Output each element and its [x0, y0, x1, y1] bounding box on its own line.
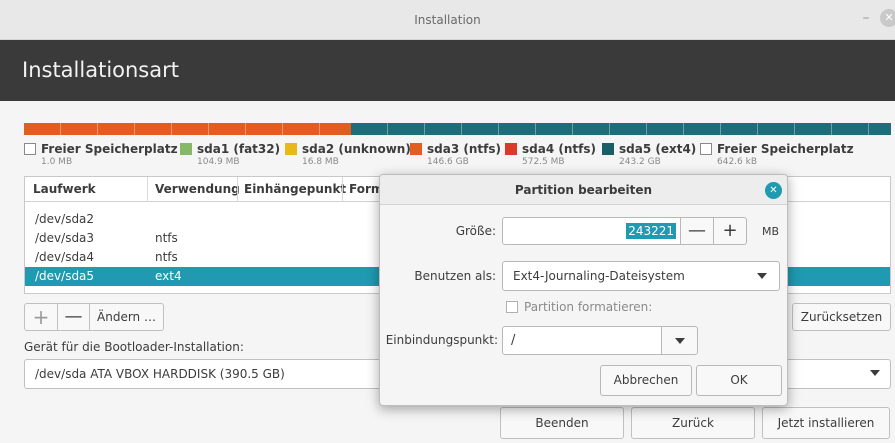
legend-swatch: [285, 143, 297, 155]
dialog-titlebar: Partition bearbeiten ✕: [380, 175, 787, 205]
legend-name: sda1 (fat32): [197, 142, 281, 156]
legend-size: 572.5 MB: [522, 157, 565, 167]
add-partition-button[interactable]: +: [24, 303, 58, 331]
legend-name: sda5 (ext4): [619, 142, 697, 156]
reset-button[interactable]: Zurücksetzen: [792, 303, 891, 331]
column-separator: [237, 177, 238, 202]
cell-usage: ntfs: [155, 250, 178, 264]
size-input[interactable]: 243221: [502, 217, 681, 245]
legend-size: 146.6 GB: [427, 157, 469, 167]
cell-device: /dev/sda4: [35, 250, 95, 264]
column-separator: [342, 177, 343, 202]
remove-partition-button[interactable]: —: [58, 303, 90, 331]
legend-swatch: [505, 143, 517, 155]
install-now-button[interactable]: Jetzt installieren: [762, 407, 890, 439]
format-partition-checkbox[interactable]: [506, 301, 518, 313]
legend-name: sda3 (ntfs): [427, 142, 501, 156]
window-title: Installation: [414, 13, 481, 27]
chevron-down-icon: [757, 273, 767, 279]
use-as-label: Benutzen als:: [414, 269, 496, 283]
back-button[interactable]: Zurück: [631, 407, 755, 439]
legend-size: 1.0 MB: [41, 157, 73, 167]
page-header: Installationsart: [0, 40, 895, 101]
column-header-verwendung[interactable]: Verwendung: [155, 182, 240, 196]
partition-bar-ext4-segment: [351, 123, 891, 135]
legend-size: 243.2 GB: [619, 157, 661, 167]
cell-usage: ntfs: [155, 231, 178, 245]
dialog-close-icon[interactable]: ✕: [765, 182, 782, 199]
cell-device: /dev/sda3: [35, 231, 95, 245]
ok-button[interactable]: OK: [696, 365, 782, 396]
legend-size: 104.9 MB: [197, 157, 240, 167]
legend-size: 16.8 MB: [302, 157, 339, 167]
legend-name: Freier Speicherplatz: [717, 142, 854, 156]
legend-name: Freier Speicherplatz: [41, 142, 178, 156]
legend-swatch: [602, 143, 614, 155]
size-label: Größe:: [455, 224, 496, 238]
partition-bar-ntfs-segment: [24, 123, 351, 135]
legend-swatch: [24, 143, 36, 155]
size-value: 243221: [626, 223, 676, 239]
chevron-down-icon: [870, 370, 880, 376]
format-partition-label: Partition formatieren:: [524, 300, 653, 314]
column-header-laufwerk[interactable]: Laufwerk: [33, 182, 96, 196]
page-title: Installationsart: [22, 58, 179, 82]
legend-swatch: [410, 143, 422, 155]
cell-device: /dev/sda2: [35, 212, 95, 226]
mount-point-input[interactable]: /: [502, 326, 662, 355]
use-as-select[interactable]: Ext4-Journaling-Dateisystem: [502, 261, 780, 291]
cell-device: /dev/sda5: [35, 269, 95, 283]
minimize-icon[interactable]: –: [858, 10, 874, 26]
cancel-button[interactable]: Abbrechen: [600, 365, 692, 396]
quit-button[interactable]: Beenden: [500, 407, 624, 439]
bootloader-device-value: /dev/sda ATA VBOX HARDDISK (390.5 GB): [35, 367, 285, 381]
window-titlebar: Installation – ✕: [0, 0, 895, 40]
chevron-down-icon: [675, 338, 685, 344]
legend-name: sda4 (ntfs): [522, 142, 596, 156]
legend-swatch: [700, 143, 712, 155]
close-icon[interactable]: ✕: [880, 9, 895, 27]
size-unit: MB: [762, 225, 780, 238]
column-separator: [147, 177, 148, 202]
dialog-title: Partition bearbeiten: [514, 183, 653, 197]
bootloader-label: Gerät für die Bootloader-Installation:: [24, 340, 244, 354]
mount-point-label: Einbindungspunkt:: [385, 333, 498, 347]
mount-point-value: /: [511, 333, 516, 348]
column-header-einhaengepunkt[interactable]: Einhängepunkt: [244, 182, 346, 196]
change-partition-button[interactable]: Ändern …: [89, 303, 164, 331]
legend-size: 642.6 kB: [717, 157, 758, 167]
size-decrease-button[interactable]: —: [681, 217, 714, 245]
size-increase-button[interactable]: +: [714, 217, 747, 245]
use-as-value: Ext4-Journaling-Dateisystem: [513, 269, 685, 283]
edit-partition-dialog: Partition bearbeiten ✕ Größe: 243221 — +…: [379, 174, 788, 406]
legend-name: sda2 (unknown): [302, 142, 411, 156]
cell-usage: ext4: [155, 269, 182, 283]
legend-swatch: [180, 143, 192, 155]
partition-bar: [24, 123, 891, 135]
mount-point-dropdown-button[interactable]: [662, 326, 698, 355]
